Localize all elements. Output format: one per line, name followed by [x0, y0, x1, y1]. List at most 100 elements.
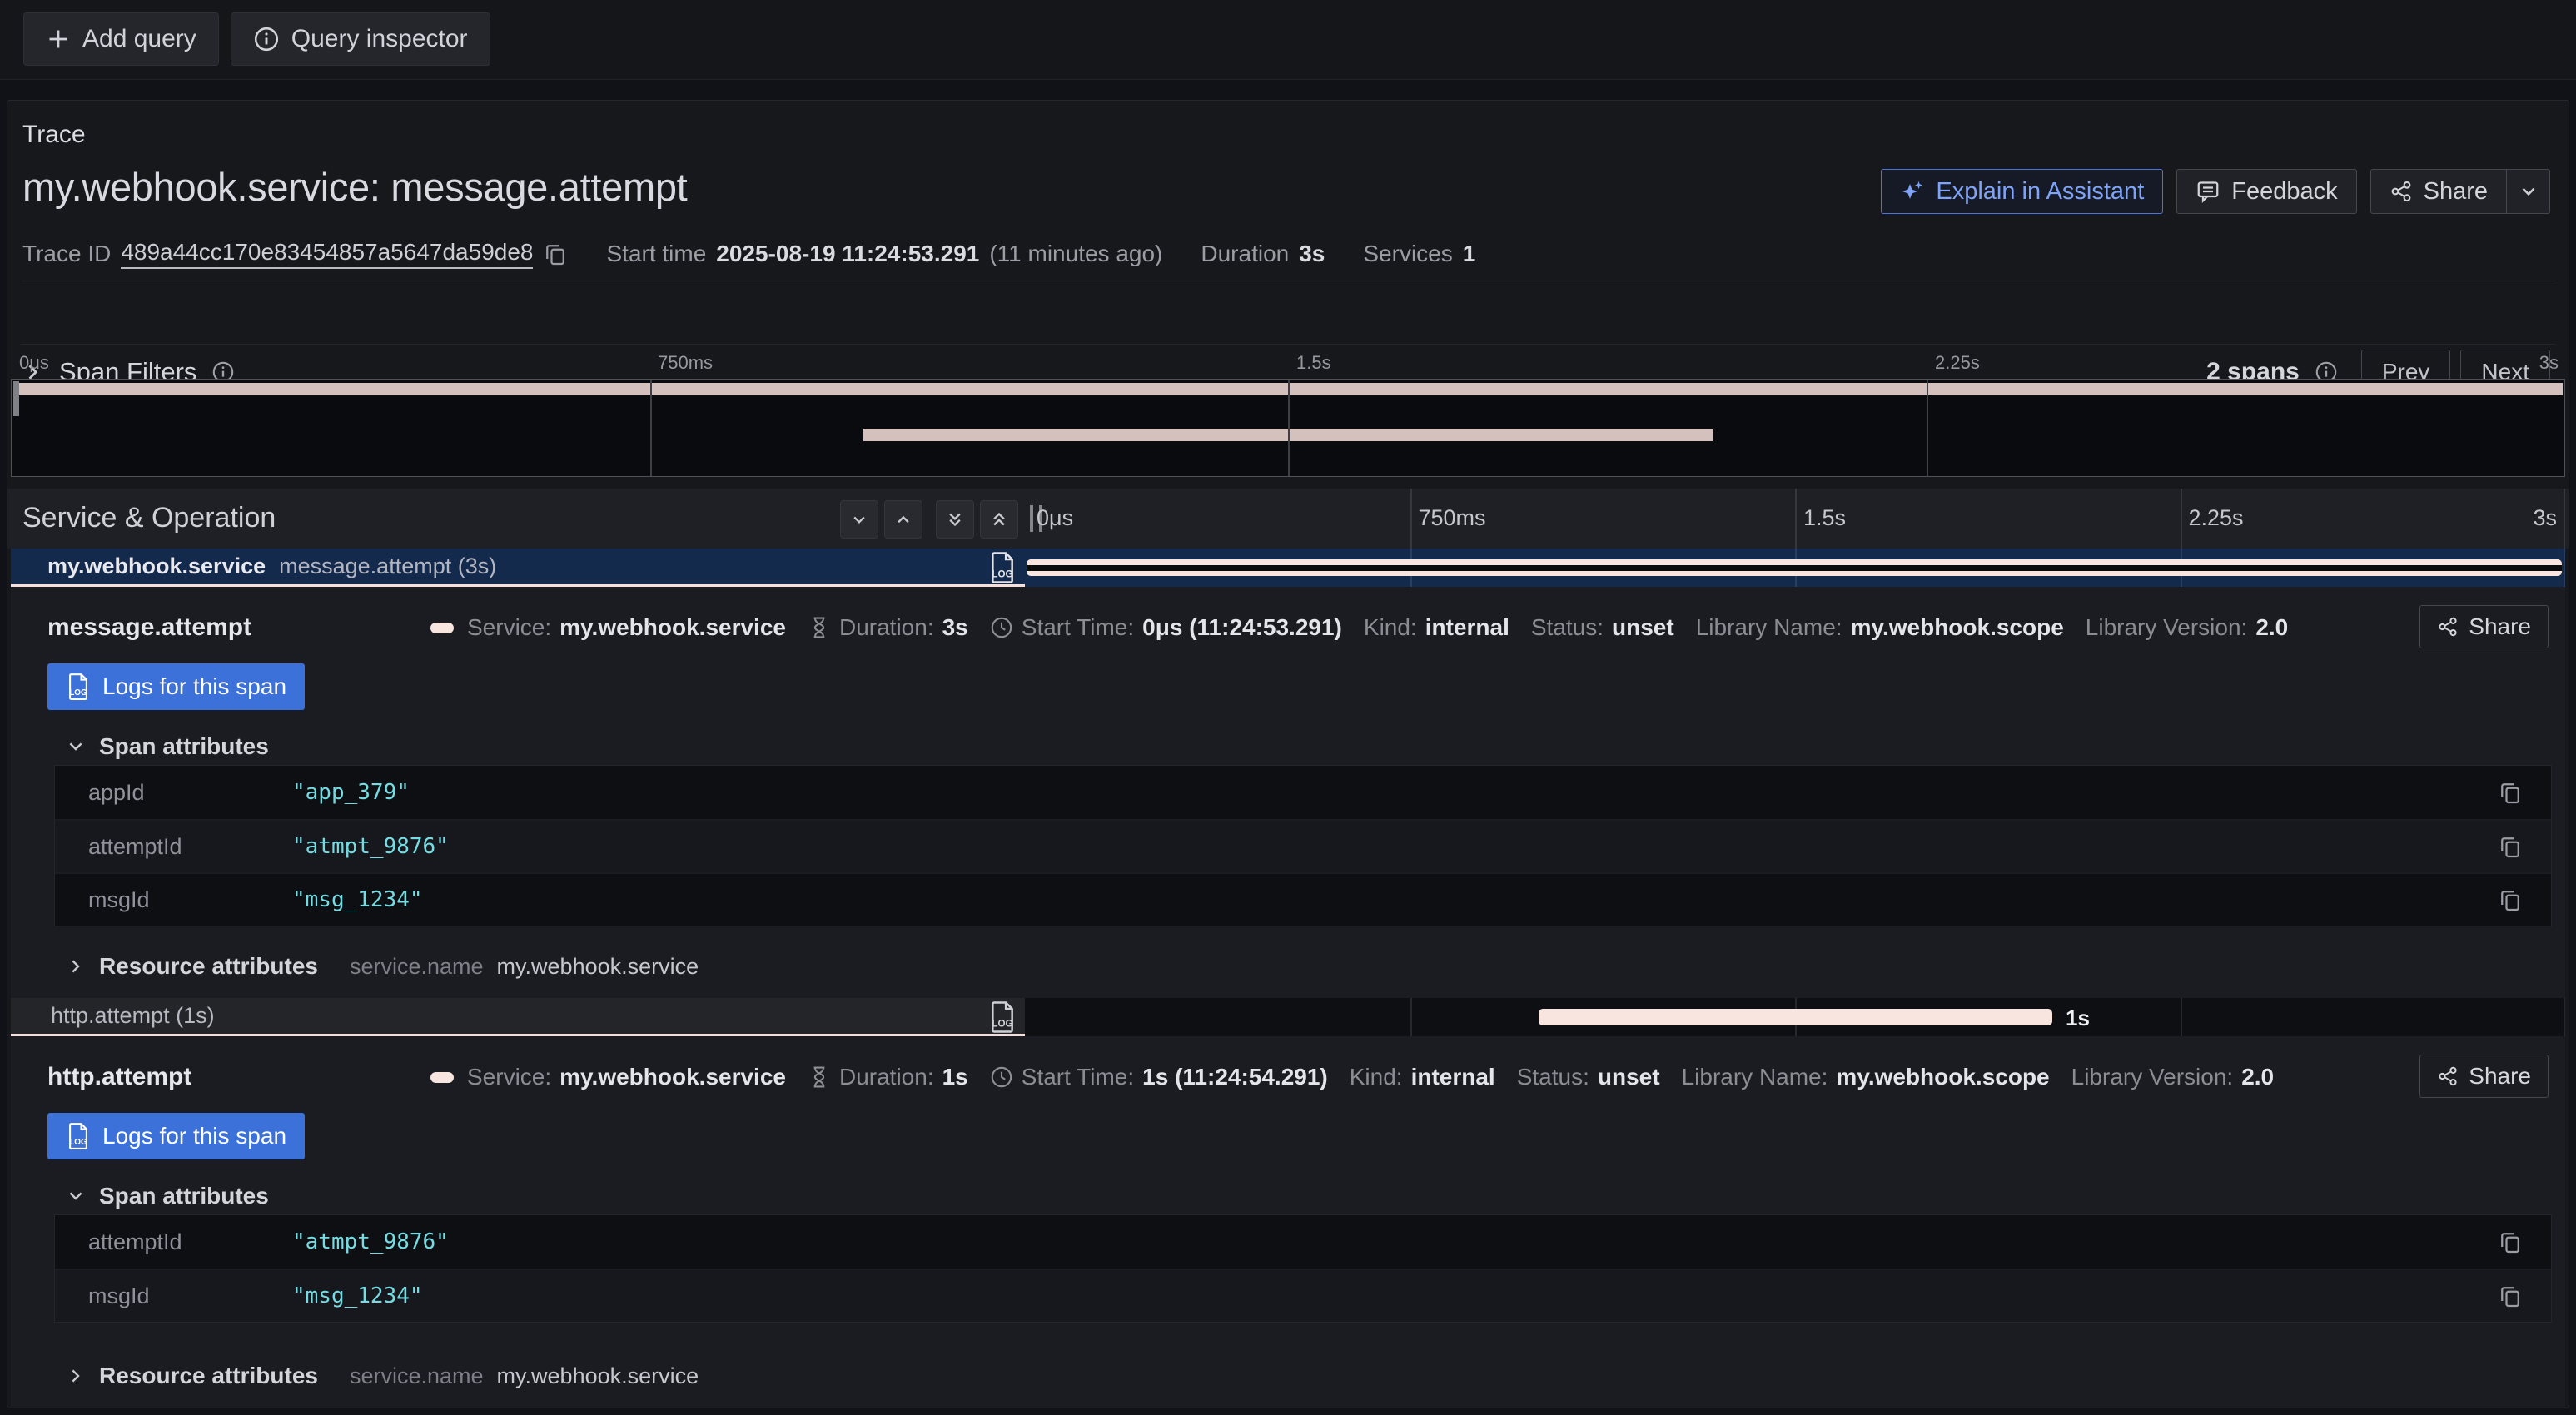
duration-value: 3s — [1299, 241, 1325, 267]
copy-icon[interactable] — [2498, 887, 2523, 912]
explain-in-assistant-button[interactable]: Explain in Assistant — [1881, 169, 2163, 214]
span-detail-message-attempt: message.attempt Service: my.webhook.serv… — [11, 587, 2565, 998]
tick-label: 1.5s — [1296, 352, 1331, 374]
timeline-header: Service & Operation 0μs 750ms 1.5s — [7, 489, 2569, 549]
resource-attributes-toggle[interactable]: Resource attributes service.name my.webh… — [66, 953, 699, 980]
tick-label: 750ms — [658, 352, 713, 374]
minimap-drag-handle[interactable] — [13, 381, 19, 416]
log-icon[interactable]: LOG — [985, 551, 1020, 584]
library-name-value: my.webhook.scope — [1851, 614, 2064, 641]
share-icon — [2437, 1065, 2459, 1087]
angle-up-icon — [893, 509, 914, 530]
span-detail-header: http.attempt Service: my.webhook.service… — [47, 1063, 2382, 1091]
start-time-value: 0μs (11:24:53.291) — [1142, 614, 1342, 641]
library-name-value: my.webhook.scope — [1836, 1064, 2049, 1090]
span-bar-message-attempt[interactable] — [1027, 559, 2562, 576]
copy-icon[interactable] — [2498, 780, 2523, 805]
duration-label: Duration: — [839, 1064, 934, 1090]
share-button[interactable]: Share — [2370, 169, 2507, 214]
svg-text:LOG: LOG — [69, 1138, 87, 1147]
panel-title: Trace — [22, 121, 86, 149]
logs-for-span-button[interactable]: LOG Logs for this span — [47, 663, 305, 710]
attribute-row: attemptId "atmpt_9876" — [55, 819, 2551, 872]
logs-button-label: Logs for this span — [102, 1123, 286, 1149]
svg-text:LOG: LOG — [992, 569, 1012, 580]
tick-label: 0μs — [19, 352, 49, 374]
span-name-cell-message-attempt[interactable]: my.webhook.service message.attempt (3s) … — [11, 549, 1025, 587]
gridline — [1927, 380, 1928, 476]
caret-down-icon — [2518, 181, 2539, 202]
clock-icon — [990, 616, 1013, 639]
library-version-value: 2.0 — [2241, 1064, 2274, 1090]
gridline — [2564, 489, 2565, 549]
trace-id-value[interactable]: 489a44cc170e83454857a5647da59de8 — [121, 239, 533, 269]
library-version-label: Library Version: — [2086, 614, 2248, 641]
collapse-one-button[interactable] — [840, 500, 878, 539]
double-angle-up-icon — [988, 509, 1010, 530]
service-operation-header: Service & Operation — [22, 502, 276, 534]
span-detail-http-attempt: http.attempt Service: my.webhook.service… — [11, 1036, 2565, 1408]
status-label: Status: — [1531, 614, 1604, 641]
copy-icon[interactable] — [2498, 1229, 2523, 1254]
span-bar-duration-label: 1s — [2066, 1005, 2090, 1031]
span-bar-http-attempt[interactable] — [1539, 1009, 2052, 1025]
trace-title: my.webhook.service: message.attempt — [22, 164, 687, 210]
share-label: Share — [2469, 613, 2531, 640]
svg-text:LOG: LOG — [69, 688, 87, 698]
explain-label: Explain in Assistant — [1936, 178, 2144, 206]
gridline — [2564, 549, 2565, 587]
resource-attributes-label: Resource attributes — [99, 953, 318, 980]
copy-icon[interactable] — [2498, 1283, 2523, 1308]
logs-for-span-button[interactable]: LOG Logs for this span — [47, 1113, 305, 1159]
gridline — [650, 380, 652, 476]
kind-value: internal — [1425, 614, 1509, 641]
span-service-name: my.webhook.service — [47, 554, 266, 579]
span-share-button[interactable]: Share — [2419, 1055, 2549, 1098]
span-timeline-cell: 1s — [1025, 998, 2565, 1036]
clock-icon — [990, 1065, 1013, 1089]
trace-timeline-minimap[interactable] — [11, 379, 2565, 477]
library-name-label: Library Name: — [1682, 1064, 1828, 1090]
span-detail-name: http.attempt — [47, 1063, 409, 1091]
kind-label: Kind: — [1350, 1064, 1403, 1090]
attribute-row: appId "app_379" — [55, 766, 2551, 819]
collapse-all-button[interactable] — [936, 500, 974, 539]
log-icon[interactable]: LOG — [985, 1000, 1020, 1034]
span-detail-header: message.attempt Service: my.webhook.serv… — [47, 613, 2382, 642]
angle-down-icon — [848, 509, 870, 530]
duration-label: Duration — [1201, 241, 1289, 267]
status-value: unset — [1612, 614, 1674, 641]
start-time-value: 1s (11:24:54.291) — [1142, 1064, 1328, 1090]
add-query-button[interactable]: Add query — [23, 12, 219, 66]
duration-label: Duration: — [839, 614, 934, 641]
span-operation-name: http.attempt (1s) — [51, 1003, 215, 1029]
attribute-row: msgId "msg_1234" — [55, 872, 2551, 926]
kind-label: Kind: — [1364, 614, 1417, 641]
gridline — [1410, 489, 1412, 549]
expand-one-button[interactable] — [884, 500, 922, 539]
span-attributes-toggle[interactable]: Span attributes — [66, 1183, 269, 1209]
query-inspector-button[interactable]: Query inspector — [231, 12, 490, 66]
attribute-key: attemptId — [55, 834, 292, 860]
resource-attributes-label: Resource attributes — [99, 1363, 318, 1389]
share-split-button: Share — [2370, 169, 2550, 214]
expand-all-button[interactable] — [980, 500, 1018, 539]
status-label: Status: — [1517, 1064, 1589, 1090]
span-attributes-toggle[interactable]: Span attributes — [66, 733, 269, 760]
service-label: Service: — [467, 614, 551, 641]
service-color-swatch — [430, 623, 454, 633]
services-label: Services — [1363, 241, 1452, 267]
copy-trace-id-icon[interactable] — [543, 241, 568, 266]
span-share-button[interactable]: Share — [2419, 605, 2549, 648]
resource-attributes-toggle[interactable]: Resource attributes service.name my.webh… — [66, 1363, 699, 1389]
share-dropdown-button[interactable] — [2507, 169, 2550, 214]
copy-icon[interactable] — [2498, 834, 2523, 859]
span-detail-name: message.attempt — [47, 613, 409, 642]
feedback-button[interactable]: Feedback — [2176, 169, 2356, 214]
log-icon: LOG — [66, 1122, 91, 1150]
span-name-cell-http-attempt[interactable]: http.attempt (1s) LOG — [11, 998, 1025, 1036]
attribute-value: "atmpt_9876" — [292, 834, 2498, 859]
header-actions: Explain in Assistant Feedback Share — [1881, 169, 2550, 214]
tick-label: 2.25s — [1935, 352, 1980, 374]
attribute-value: "msg_1234" — [292, 887, 2498, 912]
